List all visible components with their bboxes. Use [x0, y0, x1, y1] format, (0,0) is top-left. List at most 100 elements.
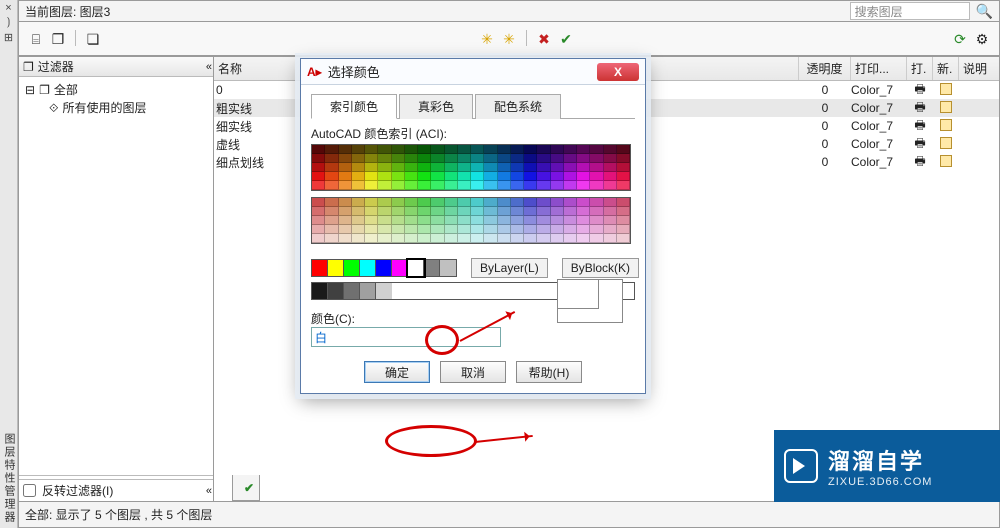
aci-swatch[interactable]	[378, 207, 391, 216]
aci-swatch[interactable]	[352, 225, 365, 234]
newvp-icon[interactable]	[940, 101, 952, 113]
aci-swatch[interactable]	[484, 154, 497, 163]
newvp-icon[interactable]	[940, 155, 952, 167]
aci-swatch[interactable]	[604, 172, 617, 181]
color-field[interactable]: 白	[311, 327, 501, 347]
aci-swatch[interactable]	[405, 172, 418, 181]
dock-menu-icon[interactable]: ⊞	[0, 29, 17, 44]
dock-pin-icon[interactable]: ⟯	[0, 14, 17, 29]
aci-swatch[interactable]	[431, 207, 444, 216]
aci-swatch[interactable]	[511, 216, 524, 225]
aci-swatch[interactable]	[352, 172, 365, 181]
std-color-swatch[interactable]	[328, 260, 344, 276]
aci-swatch[interactable]	[339, 207, 352, 216]
ok-button[interactable]: 确定	[364, 361, 430, 383]
aci-swatch[interactable]	[418, 145, 431, 154]
aci-swatch[interactable]	[564, 198, 577, 207]
std-color-swatch[interactable]	[424, 260, 440, 276]
aci-swatch[interactable]	[604, 163, 617, 172]
aci-swatch[interactable]	[392, 172, 405, 181]
aci-swatch[interactable]	[498, 163, 511, 172]
aci-swatch[interactable]	[339, 198, 352, 207]
aci-swatch[interactable]	[577, 207, 590, 216]
newvp-icon[interactable]	[940, 137, 952, 149]
std-color-swatch[interactable]	[312, 260, 328, 276]
aci-swatch[interactable]	[590, 225, 603, 234]
search-icon[interactable]: 🔍	[970, 3, 999, 20]
aci-swatch[interactable]	[378, 216, 391, 225]
aci-swatch[interactable]	[524, 225, 537, 234]
aci-swatch[interactable]	[365, 172, 378, 181]
help-button[interactable]: 帮助(H)	[516, 361, 582, 383]
aci-swatch[interactable]	[577, 145, 590, 154]
aci-swatch[interactable]	[524, 163, 537, 172]
aci-swatch[interactable]	[564, 154, 577, 163]
aci-swatch[interactable]	[392, 163, 405, 172]
cancel-button[interactable]: 取消	[440, 361, 506, 383]
aci-swatch[interactable]	[431, 198, 444, 207]
aci-swatch[interactable]	[365, 216, 378, 225]
aci-swatch[interactable]	[431, 216, 444, 225]
aci-swatch[interactable]	[577, 198, 590, 207]
aci-swatch[interactable]	[590, 154, 603, 163]
aci-swatch[interactable]	[339, 172, 352, 181]
aci-swatch[interactable]	[352, 163, 365, 172]
aci-swatch[interactable]	[352, 216, 365, 225]
std-color-swatch[interactable]	[360, 260, 376, 276]
aci-swatch[interactable]	[471, 216, 484, 225]
aci-swatch[interactable]	[352, 207, 365, 216]
aci-swatch[interactable]	[458, 181, 471, 190]
aci-swatch[interactable]	[511, 172, 524, 181]
std-color-swatch[interactable]	[392, 260, 408, 276]
aci-swatch[interactable]	[458, 216, 471, 225]
aci-swatch[interactable]	[484, 145, 497, 154]
aci-swatch[interactable]	[418, 225, 431, 234]
aci-swatch[interactable]	[392, 216, 405, 225]
aci-swatch[interactable]	[458, 154, 471, 163]
aci-swatch[interactable]	[405, 181, 418, 190]
aci-swatch[interactable]	[325, 225, 338, 234]
aci-swatch[interactable]	[418, 198, 431, 207]
aci-swatch[interactable]	[617, 172, 630, 181]
aci-swatch[interactable]	[365, 225, 378, 234]
aci-swatch[interactable]	[378, 198, 391, 207]
aci-swatch[interactable]	[392, 145, 405, 154]
aci-swatch[interactable]	[604, 234, 617, 243]
search-input[interactable]: 搜索图层	[850, 2, 970, 20]
collapse-bottom-icon[interactable]	[206, 485, 213, 497]
gray-swatch[interactable]	[360, 283, 376, 299]
filter-tree-child[interactable]: ⟐ 所有使用的图层	[25, 99, 207, 117]
new-layer-frozen-icon[interactable]: ✳	[500, 30, 518, 48]
aci-swatch[interactable]	[590, 234, 603, 243]
aci-swatch[interactable]	[524, 172, 537, 181]
aci-swatch[interactable]	[312, 172, 325, 181]
aci-swatch[interactable]	[312, 154, 325, 163]
aci-swatch[interactable]	[537, 154, 550, 163]
aci-swatch[interactable]	[484, 198, 497, 207]
aci-swatch[interactable]	[511, 234, 524, 243]
aci-swatch[interactable]	[577, 163, 590, 172]
aci-swatch[interactable]	[511, 207, 524, 216]
aci-swatch[interactable]	[564, 145, 577, 154]
aci-swatch[interactable]	[445, 172, 458, 181]
aci-swatch[interactable]	[392, 181, 405, 190]
aci-swatch[interactable]	[511, 145, 524, 154]
aci-swatch[interactable]	[378, 154, 391, 163]
aci-swatch[interactable]	[445, 216, 458, 225]
aci-swatch[interactable]	[484, 225, 497, 234]
aci-swatch[interactable]	[551, 181, 564, 190]
tab-index-color[interactable]: 索引颜色	[311, 94, 397, 119]
aci-swatch[interactable]	[604, 225, 617, 234]
aci-swatch[interactable]	[524, 154, 537, 163]
aci-swatch[interactable]	[352, 154, 365, 163]
aci-swatch[interactable]	[312, 216, 325, 225]
aci-swatch[interactable]	[604, 207, 617, 216]
aci-swatch[interactable]	[431, 181, 444, 190]
aci-swatch[interactable]	[471, 234, 484, 243]
aci-swatch[interactable]	[524, 216, 537, 225]
layer-state-icon[interactable]: ❏	[84, 30, 102, 48]
aci-swatch[interactable]	[325, 172, 338, 181]
aci-swatch[interactable]	[352, 145, 365, 154]
aci-swatch[interactable]	[551, 172, 564, 181]
aci-swatch[interactable]	[365, 181, 378, 190]
